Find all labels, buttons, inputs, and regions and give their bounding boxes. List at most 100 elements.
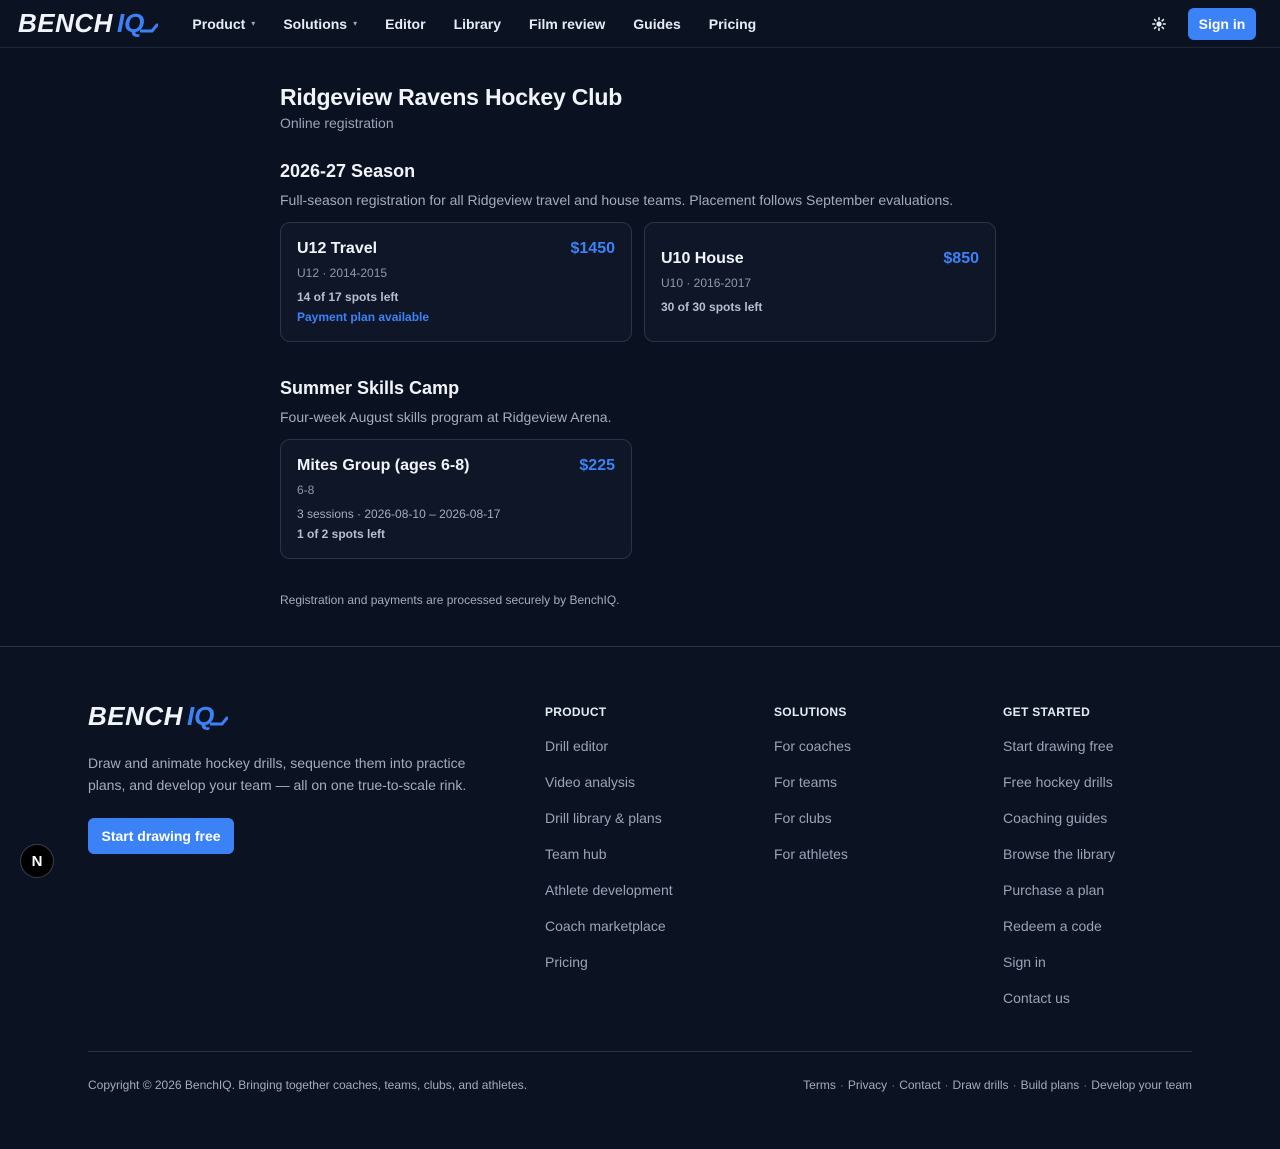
- footer-link[interactable]: Drill library & plans: [545, 809, 673, 845]
- section-description: Four-week August skills program at Ridge…: [280, 409, 612, 425]
- program-meta: U10 · 2016-2017: [661, 276, 752, 290]
- sun-icon[interactable]: [1152, 17, 1166, 31]
- footer-link[interactable]: Athlete development: [545, 881, 673, 917]
- footer-link[interactable]: For clubs: [774, 809, 851, 845]
- legal-link[interactable]: Terms: [803, 1078, 836, 1092]
- nav-link-film-review[interactable]: Film review: [529, 16, 605, 32]
- footer-logo[interactable]: BENCH IQ: [88, 701, 488, 732]
- program-cards: Mites Group (ages 6-8) $225 6-8 3 sessio…: [280, 439, 1000, 559]
- footer-divider: [88, 1051, 1192, 1052]
- dev-tools-badge[interactable]: N: [20, 844, 54, 878]
- section-season: 2026-27 Season Full-season registration …: [280, 161, 1000, 342]
- registration-main: Ridgeview Ravens Hockey Club Online regi…: [280, 48, 1000, 607]
- nav-link-product[interactable]: Product ▾: [192, 16, 255, 32]
- separator-dot: ·: [1083, 1078, 1088, 1092]
- logo-wordmark-iq: IQ: [186, 701, 215, 731]
- program-card[interactable]: U12 Travel $1450 U12 · 2014-2015 14 of 1…: [280, 222, 632, 342]
- footer-link[interactable]: Purchase a plan: [1003, 881, 1115, 917]
- legal-link[interactable]: Contact: [899, 1078, 940, 1092]
- legal-link[interactable]: Draw drills: [953, 1078, 1009, 1092]
- section-summer-camp: Summer Skills Camp Four-week August skil…: [280, 378, 1000, 559]
- start-drawing-button[interactable]: Start drawing free: [88, 818, 234, 854]
- program-spots: 14 of 17 spots left: [297, 290, 399, 304]
- footer-link[interactable]: Coach marketplace: [545, 917, 673, 953]
- footer-link[interactable]: Free hockey drills: [1003, 773, 1115, 809]
- footer-brand: BENCH IQ Draw and animate hockey drills,…: [88, 701, 488, 854]
- nav-link-library[interactable]: Library: [454, 16, 501, 32]
- program-price: $1450: [570, 240, 616, 257]
- separator-dot: ·: [891, 1078, 896, 1092]
- footer-column-heading: PRODUCT: [545, 705, 607, 719]
- program-meta: 6-8: [297, 483, 315, 497]
- section-title: Summer Skills Camp: [280, 378, 460, 398]
- legal-link[interactable]: Build plans: [1021, 1078, 1080, 1092]
- footer-link[interactable]: Pricing: [545, 953, 673, 989]
- footer-link[interactable]: Redeem a code: [1003, 917, 1115, 953]
- footer-link[interactable]: For teams: [774, 773, 851, 809]
- program-sessions: 3 sessions · 2026-08-10 – 2026-08-17: [297, 507, 501, 521]
- logo-wordmark-bench: BENCH: [88, 701, 183, 731]
- separator-dot: ·: [1012, 1078, 1017, 1092]
- footer-link[interactable]: For coaches: [774, 737, 851, 773]
- program-name: U12 Travel: [297, 240, 378, 257]
- footer-link[interactable]: Team hub: [545, 845, 673, 881]
- program-cards: U12 Travel $1450 U12 · 2014-2015 14 of 1…: [280, 222, 1000, 342]
- top-navbar: BENCH IQ Product ▾ Solutions ▾ Editor Library…: [0, 0, 1280, 48]
- nav-link-editor[interactable]: Editor: [385, 16, 425, 32]
- site-footer: BENCH IQ Draw and animate hockey drills,…: [0, 646, 1280, 1149]
- sign-in-button[interactable]: Sign in: [1188, 8, 1256, 40]
- nav-link-pricing[interactable]: Pricing: [709, 16, 756, 32]
- footer-column-solutions: SOLUTIONS For coaches For teams For clubs Fo…: [774, 705, 851, 881]
- copyright: Copyright © 2026 BenchIQ. Bringing toget…: [88, 1078, 528, 1092]
- card-header: U12 Travel $1450: [297, 240, 615, 258]
- program-spots: 30 of 30 spots left: [661, 300, 763, 314]
- nav-actions: Sign in: [1152, 8, 1256, 40]
- program-name: Mites Group (ages 6-8): [297, 457, 470, 474]
- legal-link[interactable]: Develop your team: [1091, 1078, 1192, 1092]
- program-card[interactable]: Mites Group (ages 6-8) $225 6-8 3 sessio…: [280, 439, 632, 559]
- footer-link[interactable]: Video analysis: [545, 773, 673, 809]
- program-card[interactable]: U10 House $850 U10 · 2016-2017 30 of 30 …: [644, 222, 996, 342]
- nav-link-label: Guides: [633, 15, 681, 32]
- page-title: Ridgeview Ravens Hockey Club: [280, 84, 623, 110]
- nav-link-label: Library: [453, 15, 502, 32]
- section-title: 2026-27 Season: [280, 161, 416, 181]
- footer-description: Draw and animate hockey drills, sequence…: [88, 755, 467, 793]
- nav-link-label: Solutions: [283, 15, 348, 32]
- footer-column-get-started: GET STARTED Start drawing free Free hockey…: [1003, 705, 1115, 1025]
- nav-link-solutions[interactable]: Solutions ▾: [283, 16, 357, 32]
- secure-payment-note: Registration and payments are processed …: [280, 593, 620, 607]
- logo-wordmark-iq: IQ: [117, 8, 144, 39]
- legal-link[interactable]: Privacy: [848, 1078, 887, 1092]
- nav-link-label: Pricing: [708, 15, 757, 32]
- separator-dot: ·: [839, 1078, 844, 1092]
- program-spots: 1 of 2 spots left: [297, 527, 386, 541]
- footer-link[interactable]: Contact us: [1003, 989, 1115, 1025]
- program-price: $225: [579, 457, 615, 474]
- program-meta: U12 · 2014-2015: [297, 266, 388, 280]
- brand-logo[interactable]: BENCH IQ: [18, 8, 159, 39]
- legal-links: Terms · Privacy · Contact · Draw drills · Build …: [803, 1078, 1192, 1092]
- chevron-down-icon: ▾: [353, 19, 358, 28]
- program-name: U10 House: [661, 250, 744, 267]
- chevron-down-icon: ▾: [251, 19, 256, 28]
- nav-link-label: Product: [192, 15, 246, 32]
- footer-link[interactable]: Start drawing free: [1003, 737, 1115, 773]
- footer-link[interactable]: Browse the library: [1003, 845, 1115, 881]
- card-header: Mites Group (ages 6-8) $225: [297, 457, 615, 475]
- footer-column-product: PRODUCT Drill editor Video analysis Drill l…: [545, 705, 673, 989]
- page-subtitle: Online registration: [280, 115, 394, 131]
- footer-link[interactable]: Coaching guides: [1003, 809, 1115, 845]
- nav-links: Product ▾ Solutions ▾ Editor Library Film revi…: [192, 16, 784, 32]
- footer-link[interactable]: Drill editor: [545, 737, 673, 773]
- card-header: U10 House $850: [661, 250, 979, 268]
- footer-link[interactable]: For athletes: [774, 845, 851, 881]
- logo-iq-text: IQ: [116, 8, 145, 38]
- nav-link-label: Film review: [529, 15, 606, 32]
- nav-link-label: Editor: [385, 15, 426, 32]
- footer-column-heading: GET STARTED: [1003, 705, 1091, 719]
- nav-link-guides[interactable]: Guides: [633, 16, 680, 32]
- footer-column-heading: SOLUTIONS: [774, 705, 847, 719]
- footer-link[interactable]: Sign in: [1003, 953, 1115, 989]
- section-description: Full-season registration for all Ridgevi…: [280, 192, 954, 208]
